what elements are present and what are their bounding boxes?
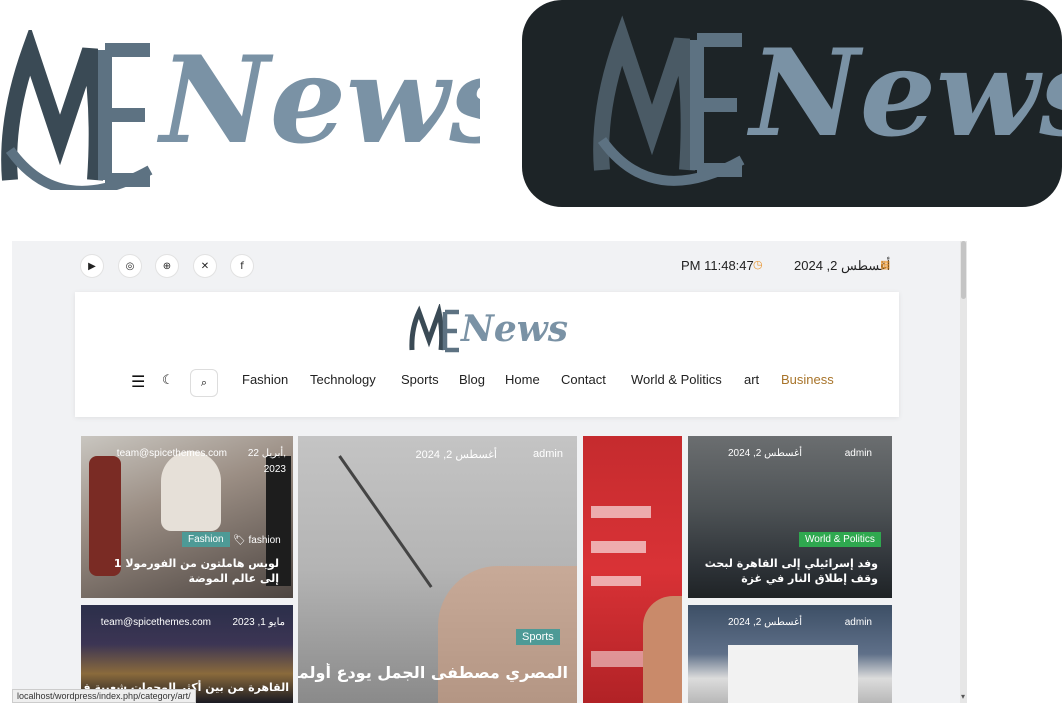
- instagram-icon[interactable]: ◎: [118, 254, 142, 278]
- nav-world-politics[interactable]: World & Politics: [631, 372, 722, 387]
- calendar-icon: ▦: [880, 259, 891, 271]
- category-badge[interactable]: Fashion: [182, 532, 230, 547]
- menews-logo-light: News: [0, 25, 517, 196]
- post-card-sports[interactable]: admin أغسطس 2, 2024 Sports المصري مصطفى …: [298, 436, 577, 703]
- post-date: مايو 1, 2023: [232, 617, 285, 628]
- dark-mode-icon[interactable]: ☾: [162, 373, 174, 388]
- search-button[interactable]: ⌕: [190, 369, 218, 397]
- clock-icon: ◷: [753, 259, 763, 271]
- post-title[interactable]: وفد إسرائيلي إلى القاهرة لبحث وقف إطلاق …: [698, 556, 878, 586]
- post-author[interactable]: team@spicethemes.com: [117, 448, 227, 459]
- svg-text:News: News: [460, 308, 568, 350]
- nav-business[interactable]: Business: [781, 372, 834, 387]
- post-card-whitehouse[interactable]: admin أغسطس 2, 2024: [688, 605, 892, 703]
- svg-text:News: News: [746, 23, 1062, 164]
- current-time: PM 11:48:47: [681, 258, 754, 273]
- x-icon[interactable]: ✕: [193, 254, 217, 278]
- search-icon: ⌕: [200, 376, 208, 389]
- site-logo[interactable]: News: [409, 302, 569, 356]
- post-author[interactable]: admin: [533, 448, 563, 460]
- svg-text:News: News: [156, 30, 480, 171]
- scrollbar-track[interactable]: [960, 241, 967, 703]
- post-card-world[interactable]: admin أغسطس 2, 2024 World & Politics وفد…: [688, 436, 892, 598]
- post-author[interactable]: admin: [845, 448, 872, 459]
- post-date: أغسطس 2, 2024: [415, 449, 497, 461]
- nav-home[interactable]: Home: [505, 372, 540, 387]
- facebook-icon[interactable]: f: [230, 254, 254, 278]
- browser-viewport: ▶ ◎ ⊕ ✕ f PM 11:48:47 ◷ أغسطس 2, 2024 ▦ …: [12, 241, 967, 703]
- nav-art[interactable]: art: [744, 372, 759, 387]
- post-date: أغسطس 2, 2024: [727, 448, 802, 459]
- top-bar: ▶ ◎ ⊕ ✕ f PM 11:48:47 ◷ أغسطس 2, 2024 ▦: [12, 241, 967, 291]
- post-card-sponsor[interactable]: [583, 436, 682, 703]
- dribbble-icon[interactable]: ⊕: [155, 254, 179, 278]
- post-date: أغسطس 2, 2024: [727, 617, 802, 628]
- menews-logo-dark: News: [522, 0, 1062, 207]
- post-date-year: 2023: [263, 464, 286, 475]
- current-date: أغسطس 2, 2024: [794, 258, 891, 273]
- post-card-fashion[interactable]: team@spicethemes.com أبريل 22, 2023 Fash…: [81, 436, 293, 598]
- nav-blog[interactable]: Blog: [459, 372, 485, 387]
- post-title[interactable]: المصري مصطفى الجمل يودع أولمبياد: [298, 663, 568, 683]
- category-badge[interactable]: World & Politics: [799, 532, 881, 547]
- post-date: أبريل 22,: [247, 448, 286, 459]
- post-author[interactable]: team@spicethemes.com: [101, 617, 211, 628]
- youtube-icon[interactable]: ▶: [80, 254, 104, 278]
- scroll-down-icon[interactable]: ▾: [961, 692, 965, 701]
- nav-contact[interactable]: Contact: [561, 372, 606, 387]
- post-title[interactable]: لويس هاملتون من الفورمولا 1 إلى عالم الم…: [99, 556, 279, 586]
- site-header: News ☰ ☾ ⌕: [75, 292, 899, 417]
- tag-label[interactable]: 🏷 fashion: [233, 535, 281, 546]
- post-author[interactable]: admin: [845, 617, 872, 628]
- nav-sports[interactable]: Sports: [401, 372, 439, 387]
- scrollbar-thumb[interactable]: [961, 241, 966, 299]
- category-badge[interactable]: Sports: [516, 629, 560, 645]
- nav-fashion[interactable]: Fashion: [242, 372, 288, 387]
- nav-technology[interactable]: Technology: [310, 372, 376, 387]
- status-bar-url: localhost/wordpress/index.php/category/a…: [12, 689, 196, 703]
- menu-icon[interactable]: ☰: [131, 372, 145, 391]
